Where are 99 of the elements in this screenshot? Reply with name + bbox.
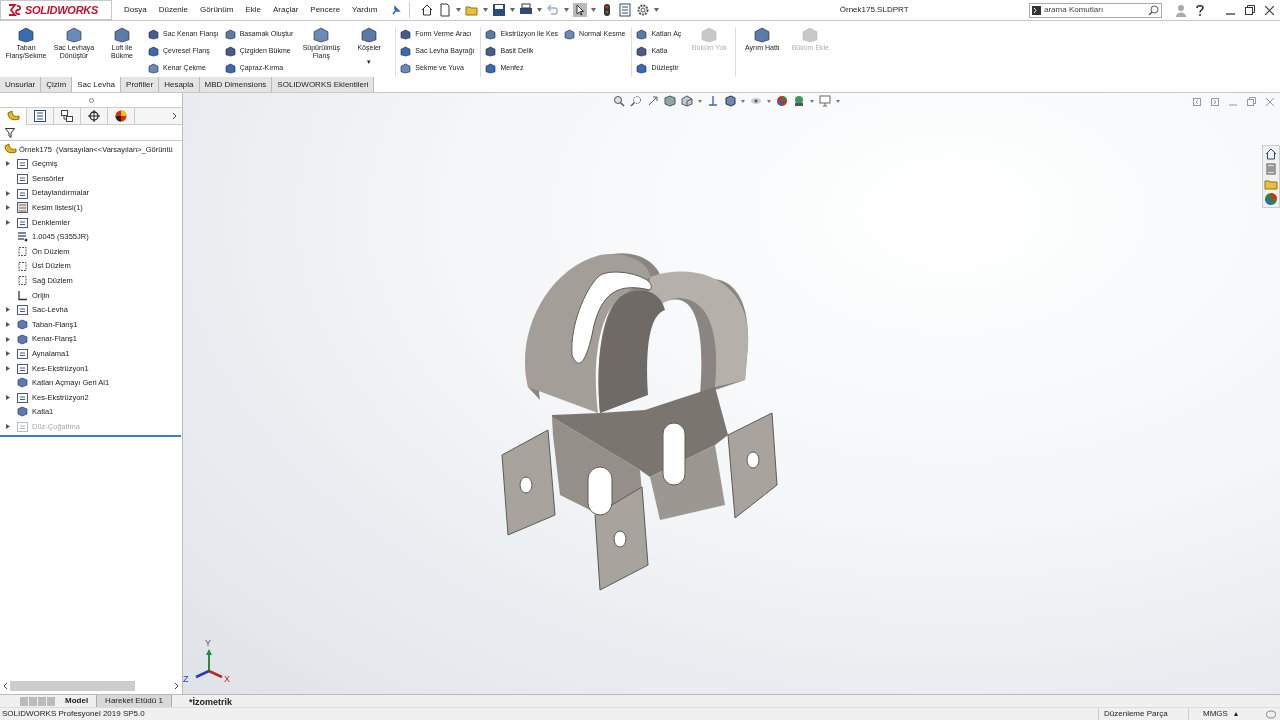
settings-icon[interactable]: [636, 3, 651, 17]
expand-arrow-icon[interactable]: [6, 219, 10, 225]
origin-icon: [17, 289, 28, 301]
filter-icon: [5, 127, 15, 138]
close-icon[interactable]: [1265, 5, 1274, 15]
filter-field[interactable]: [0, 125, 182, 141]
menu-item[interactable]: Yardım: [346, 4, 384, 16]
home-icon[interactable]: [420, 3, 435, 17]
feature-manager-tab[interactable]: [0, 107, 27, 125]
expand-arrow-icon[interactable]: [6, 190, 10, 196]
dropdown-arrow-icon[interactable]: [810, 99, 814, 103]
expand-arrow-icon[interactable]: [6, 394, 10, 400]
dropdown-arrow-icon[interactable]: [836, 99, 840, 103]
color-ball-icon: [115, 110, 127, 122]
print-icon[interactable]: [519, 3, 534, 17]
plane-icon: [17, 275, 28, 287]
menu-item[interactable]: Düzenle: [152, 4, 195, 16]
dropdown-arrow-icon[interactable]: [741, 99, 745, 103]
restore-icon[interactable]: [1245, 5, 1255, 15]
expand-arrow-icon[interactable]: [6, 365, 10, 371]
ribbon-tab[interactable]: Hesapla: [159, 77, 200, 92]
triad-icon[interactable]: [707, 95, 719, 107]
document-title: Örnek175.SLDPRT: [839, 4, 909, 16]
pin-icon[interactable]: [391, 5, 402, 15]
appearance-icon[interactable]: [776, 95, 788, 107]
search-field[interactable]: arama Komutları: [1044, 4, 1145, 16]
expand-arrow-icon[interactable]: [6, 351, 10, 357]
status-mode: Düzenleme Parça: [1098, 708, 1188, 720]
expand-arrow-icon[interactable]: [6, 424, 10, 430]
material-icon: [17, 231, 28, 243]
expand-arrow-icon[interactable]: [6, 205, 10, 211]
scene-icon[interactable]: [793, 95, 805, 107]
menu-item[interactable]: Ekle: [239, 4, 267, 16]
zoom-area-icon[interactable]: [630, 95, 642, 107]
menu-item[interactable]: Görünüm: [194, 4, 240, 16]
part-icon: [6, 110, 20, 122]
new-document-icon[interactable]: [438, 3, 453, 17]
dropdown-arrow-icon[interactable]: [510, 8, 516, 12]
part-icon: [4, 143, 17, 156]
list-icon: [34, 110, 46, 122]
list-icon: [17, 202, 28, 214]
previous-view-icon[interactable]: [647, 95, 659, 107]
dropdown-arrow-icon[interactable]: [456, 8, 462, 12]
monitor-icon[interactable]: [819, 95, 831, 107]
dropdown-arrow-icon[interactable]: [564, 8, 570, 12]
scroll-right-icon[interactable]: [174, 682, 179, 690]
plane-icon: [17, 260, 28, 272]
dropdown-arrow-icon[interactable]: [767, 99, 771, 103]
logo-text: SOLIDWORKS: [25, 2, 99, 18]
command-prompt-icon: [1032, 5, 1041, 15]
app-logo[interactable]: SOLIDWORKS: [0, 0, 112, 20]
home-icon[interactable]: [1264, 147, 1278, 161]
view-orientation-label: *İzometrik: [189, 696, 232, 709]
menu-item[interactable]: Dosya: [118, 4, 153, 16]
dropdown-arrow-icon[interactable]: [698, 99, 702, 103]
ribbon-tab[interactable]: Çizim: [41, 77, 73, 92]
bottom-tab[interactable]: Hareket Etüdü 1: [97, 694, 172, 708]
zoom-to-fit-icon[interactable]: [613, 95, 625, 107]
ribbon-tab[interactable]: MBD Dimensions: [199, 77, 273, 92]
collapse-handle-icon[interactable]: [88, 97, 94, 103]
tile-left-icon[interactable]: [1193, 97, 1201, 106]
rebuild-icon[interactable]: [1266, 709, 1276, 719]
color-ball-icon[interactable]: [1264, 192, 1278, 206]
open-folder-icon[interactable]: [465, 3, 480, 17]
view-orientation-icon[interactable]: [681, 95, 693, 107]
dropdown-arrow-icon[interactable]: [483, 8, 489, 12]
units-selector[interactable]: MMGS ▴: [1188, 708, 1258, 720]
horizontal-scrollbar-thumb[interactable]: [10, 681, 135, 691]
axis-label: Z: [183, 673, 189, 686]
expand-arrow-icon[interactable]: [6, 321, 10, 327]
expand-arrow-icon[interactable]: [6, 307, 10, 313]
chevron-right-icon[interactable]: [172, 112, 177, 120]
select-pointer-icon[interactable]: [573, 3, 588, 17]
axis-label: X: [224, 673, 230, 686]
ribbon-tab[interactable]: Unsurlar: [0, 77, 42, 92]
display-style-icon[interactable]: [724, 95, 736, 107]
tile-right-icon[interactable]: [1211, 97, 1219, 106]
hide-show-icon[interactable]: [750, 95, 762, 107]
menu-item[interactable]: Araçlar: [266, 4, 305, 16]
save-icon[interactable]: [492, 3, 507, 17]
menu-item[interactable]: Pencere: [304, 4, 347, 16]
ribbon-tab[interactable]: SOLIDWORKS Eklentileri: [272, 77, 375, 92]
crosshair-icon: [88, 110, 100, 122]
tree-icon: [61, 110, 73, 122]
dropdown-arrow-icon[interactable]: [537, 8, 543, 12]
status-text: SOLIDWORKS Profesyonel 2019 SP5.0: [2, 708, 145, 720]
logo-mark-icon: [7, 3, 23, 17]
section-view-icon[interactable]: [664, 95, 676, 107]
expand-arrow-icon[interactable]: [6, 161, 10, 167]
expand-arrow-icon[interactable]: [6, 336, 10, 342]
ribbon-tab[interactable]: Profiller: [121, 77, 160, 92]
axis-label: Y: [205, 637, 211, 650]
search-box[interactable]: arama Komutları: [1029, 2, 1162, 18]
scroll-left-icon[interactable]: [3, 682, 8, 690]
help-icon[interactable]: [1196, 4, 1204, 16]
search-icon[interactable]: [1148, 4, 1159, 16]
plane-icon: [17, 245, 28, 257]
dropdown-arrow-icon[interactable]: [591, 8, 597, 12]
dropdown-arrow-icon[interactable]: [654, 8, 660, 12]
